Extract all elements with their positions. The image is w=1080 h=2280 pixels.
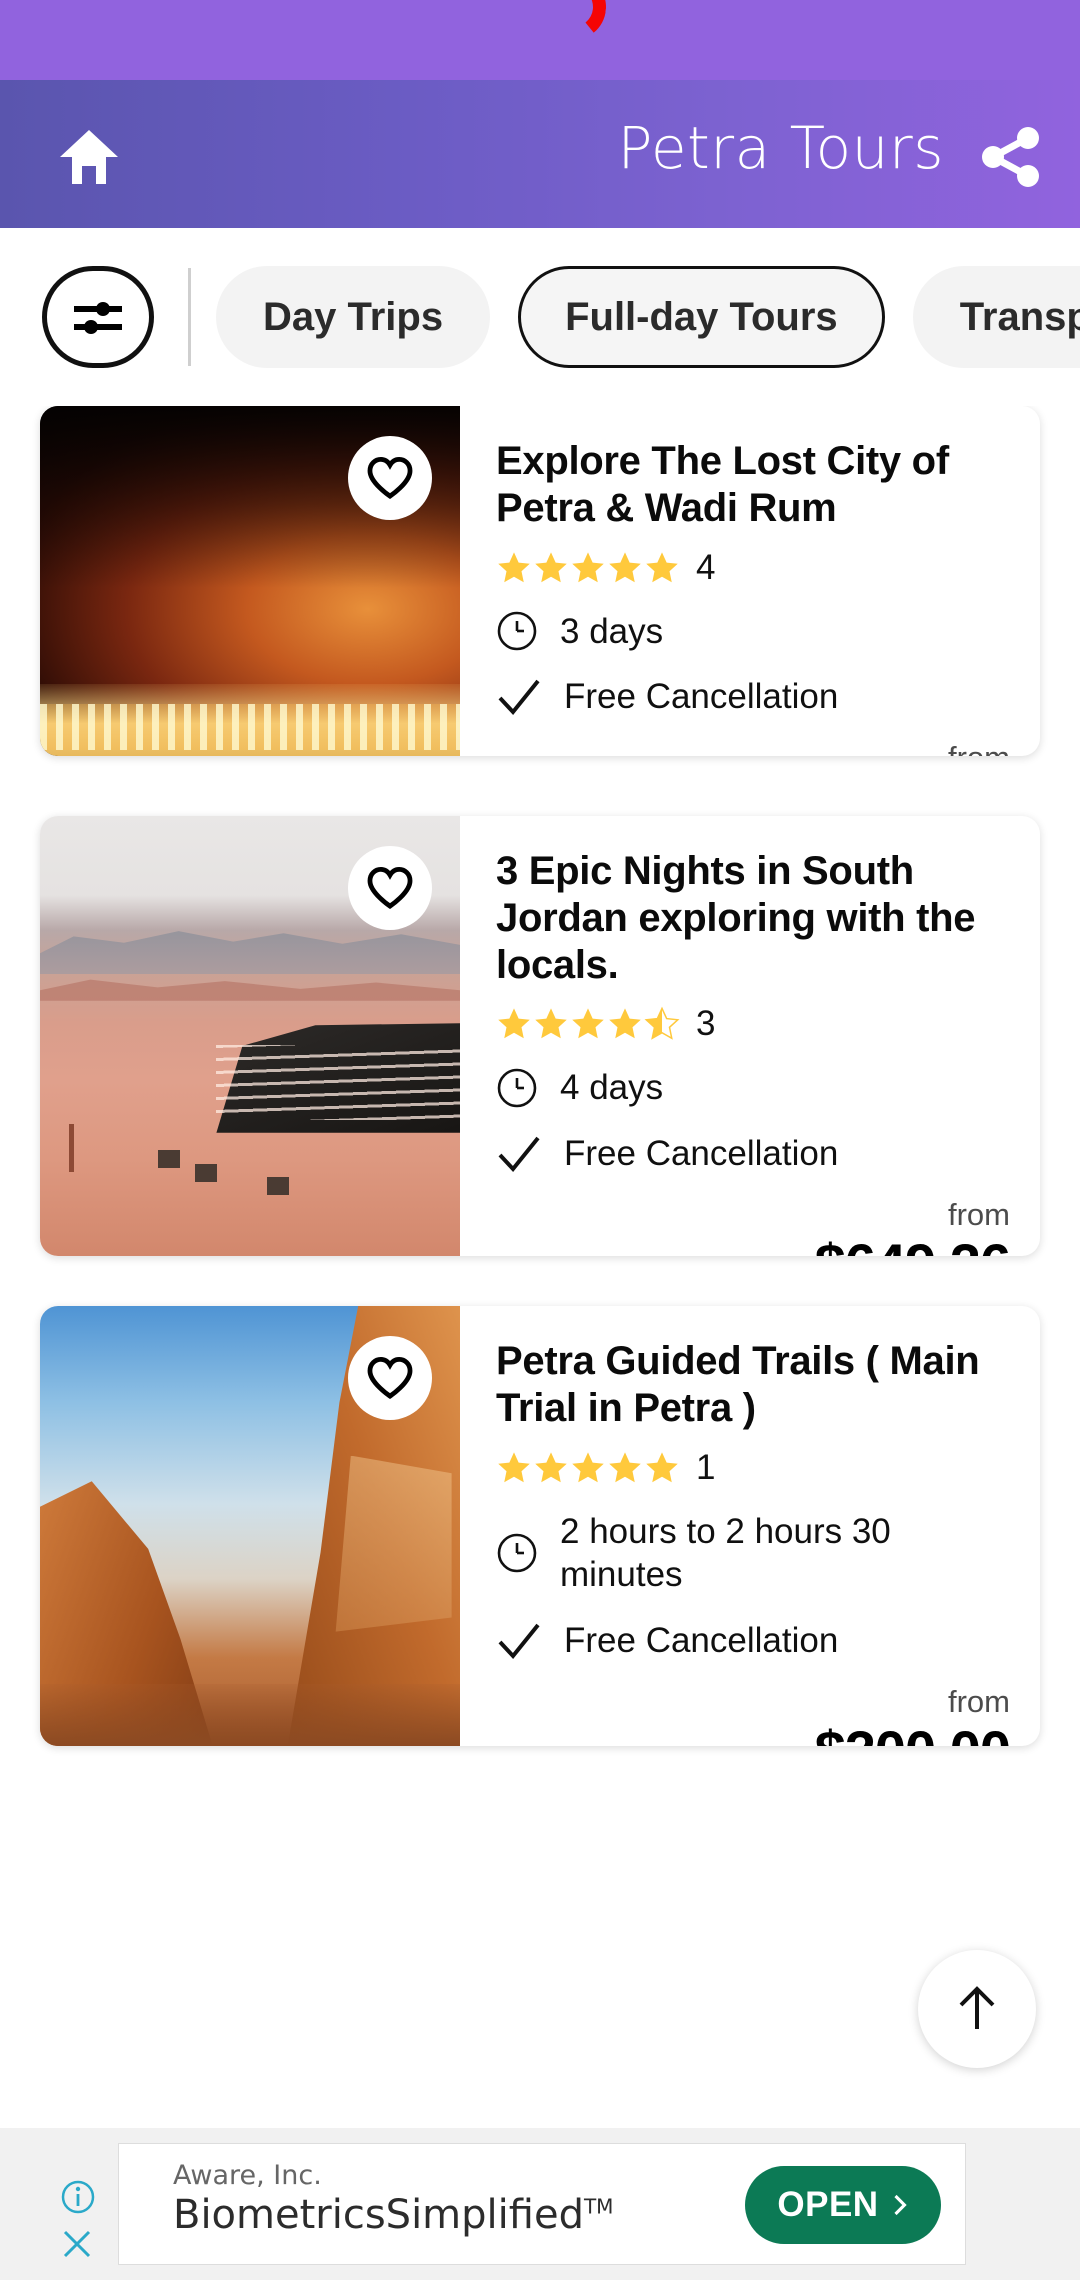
heart-icon <box>367 867 413 909</box>
favorite-button[interactable] <box>348 1336 432 1420</box>
tour-title: Explore The Lost City of Petra & Wadi Ru… <box>496 439 949 530</box>
ad-region: Aware, Inc. BiometricsSimplifiedTM OPEN <box>0 2128 1080 2280</box>
star-icon <box>572 1451 604 1482</box>
chip-transport[interactable]: Transport <box>912 266 1080 368</box>
share-icon[interactable] <box>980 126 1042 188</box>
loading-spinner-icon <box>536 0 610 44</box>
chip-scroller[interactable]: Day Trips Full-day Tours Transport <box>216 266 1080 368</box>
star-icon <box>609 551 641 582</box>
star-icon <box>535 1451 567 1482</box>
filters-button[interactable] <box>42 266 154 368</box>
check-icon <box>498 1623 540 1660</box>
cancellation-text: Free Cancellation <box>564 677 839 717</box>
filter-bar: Day Trips Full-day Tours Transport <box>0 228 1080 406</box>
ad-banner[interactable]: Aware, Inc. BiometricsSimplifiedTM OPEN <box>61 2143 966 2265</box>
star-icon <box>498 551 530 582</box>
clock-icon <box>497 1534 537 1573</box>
tour-card-list[interactable]: Explore The Lost City of Petra & Wadi Ru… <box>0 406 1080 2136</box>
tour-title: Petra Guided Trails ( Main Trial in Petr… <box>496 1339 980 1430</box>
tour-image <box>40 1306 460 1746</box>
review-count: 1 <box>696 1447 716 1487</box>
duration-row: 3 days <box>496 610 1010 654</box>
app-root: Petra Tours Day Trips Full-day Tours Tra… <box>0 0 1080 2280</box>
rating-row: 4 <box>496 548 1010 588</box>
tour-card[interactable]: 3 Epic Nights in South Jordan exploring … <box>40 816 1040 1256</box>
chipbar-divider <box>188 268 191 366</box>
page-title: Petra Tours <box>617 114 944 182</box>
star-icon <box>572 551 604 582</box>
star-icon <box>609 1451 641 1482</box>
price-from-label: from <box>496 740 1010 756</box>
cancellation-row: Free Cancellation <box>496 1132 1010 1176</box>
tour-details: Explore The Lost City of Petra & Wadi Ru… <box>460 406 1040 756</box>
price-from-label: from <box>948 1683 1010 1719</box>
ad-trademark: TM <box>583 2194 614 2219</box>
app-bar: Petra Tours <box>0 80 1080 228</box>
cancellation-text: Free Cancellation <box>564 1621 839 1661</box>
ad-headline: BiometricsSimplifiedTM <box>173 2192 613 2238</box>
review-count: 3 <box>696 1004 716 1044</box>
star-rating <box>496 1006 680 1042</box>
ad-cta-label: OPEN <box>777 2185 879 2224</box>
review-count: 4 <box>696 547 716 587</box>
star-icon <box>498 1008 530 1039</box>
status-bar <box>0 0 1080 80</box>
tour-details: Petra Guided Trails ( Main Trial in Petr… <box>460 1306 1040 1746</box>
star-half-icon <box>644 1006 680 1041</box>
close-icon[interactable] <box>61 2228 93 2260</box>
rating-row: 1 <box>496 1448 1010 1488</box>
price-block: from $200.00 <box>496 1683 1011 1746</box>
price-block: from $649.26 Price varies by group size <box>496 1196 1011 1256</box>
duration-row: 4 days <box>496 1066 1010 1110</box>
star-icon <box>498 1451 530 1482</box>
price-value: $200.00 <box>496 1719 1011 1746</box>
cancellation-row: Free Cancellation <box>496 675 1010 719</box>
tour-details: 3 Epic Nights in South Jordan exploring … <box>460 816 1040 1256</box>
duration-text: 3 days <box>560 611 664 651</box>
ad-open-button[interactable]: OPEN <box>745 2166 941 2244</box>
cancellation-row: Free Cancellation <box>496 1619 1010 1663</box>
ad-headline-text: BiometricsSimplified <box>173 2192 584 2238</box>
clock-icon <box>497 612 537 651</box>
info-icon[interactable] <box>61 2180 95 2214</box>
duration-row: 2 hours to 2 hours 30 minutes <box>496 1510 1010 1598</box>
heart-icon <box>367 457 413 499</box>
price-value: $649.26 <box>496 1232 1011 1256</box>
cancellation-text: Free Cancellation <box>564 1134 839 1174</box>
clock-icon <box>497 1068 537 1108</box>
tour-image <box>40 816 460 1256</box>
price-block: from $690.00 <box>496 740 1010 756</box>
star-icon <box>572 1008 604 1039</box>
star-icon <box>609 1008 641 1039</box>
star-rating <box>496 1450 680 1486</box>
rating-row: 3 <box>496 1004 1010 1044</box>
heart-icon <box>367 1357 413 1399</box>
tour-title: 3 Epic Nights in South Jordan exploring … <box>496 849 976 987</box>
sliders-icon <box>74 302 122 334</box>
tour-image <box>40 406 460 756</box>
chip-day-trips[interactable]: Day Trips <box>216 266 491 368</box>
star-icon <box>535 551 567 582</box>
duration-text: 4 days <box>560 1068 664 1108</box>
favorite-button[interactable] <box>348 846 432 930</box>
star-icon <box>535 1008 567 1039</box>
favorite-button[interactable] <box>348 436 432 520</box>
chevron-right-icon <box>894 2194 907 2216</box>
check-icon <box>498 679 540 716</box>
tour-card[interactable]: Petra Guided Trails ( Main Trial in Petr… <box>40 1306 1040 1746</box>
tour-card[interactable]: Explore The Lost City of Petra & Wadi Ru… <box>40 406 1040 756</box>
home-icon[interactable] <box>58 128 120 186</box>
duration-text: 2 hours to 2 hours 30 minutes <box>560 1511 891 1595</box>
star-icon <box>646 1451 678 1482</box>
arrow-up-icon <box>959 1986 995 2029</box>
chip-full-day-tours[interactable]: Full-day Tours <box>518 266 885 368</box>
ad-advertiser: Aware, Inc. <box>173 2160 322 2191</box>
star-rating <box>496 550 680 586</box>
star-icon <box>646 551 678 582</box>
check-icon <box>498 1136 540 1173</box>
price-from-label: from <box>948 1196 1010 1232</box>
scroll-to-top-button[interactable] <box>918 1950 1036 2068</box>
